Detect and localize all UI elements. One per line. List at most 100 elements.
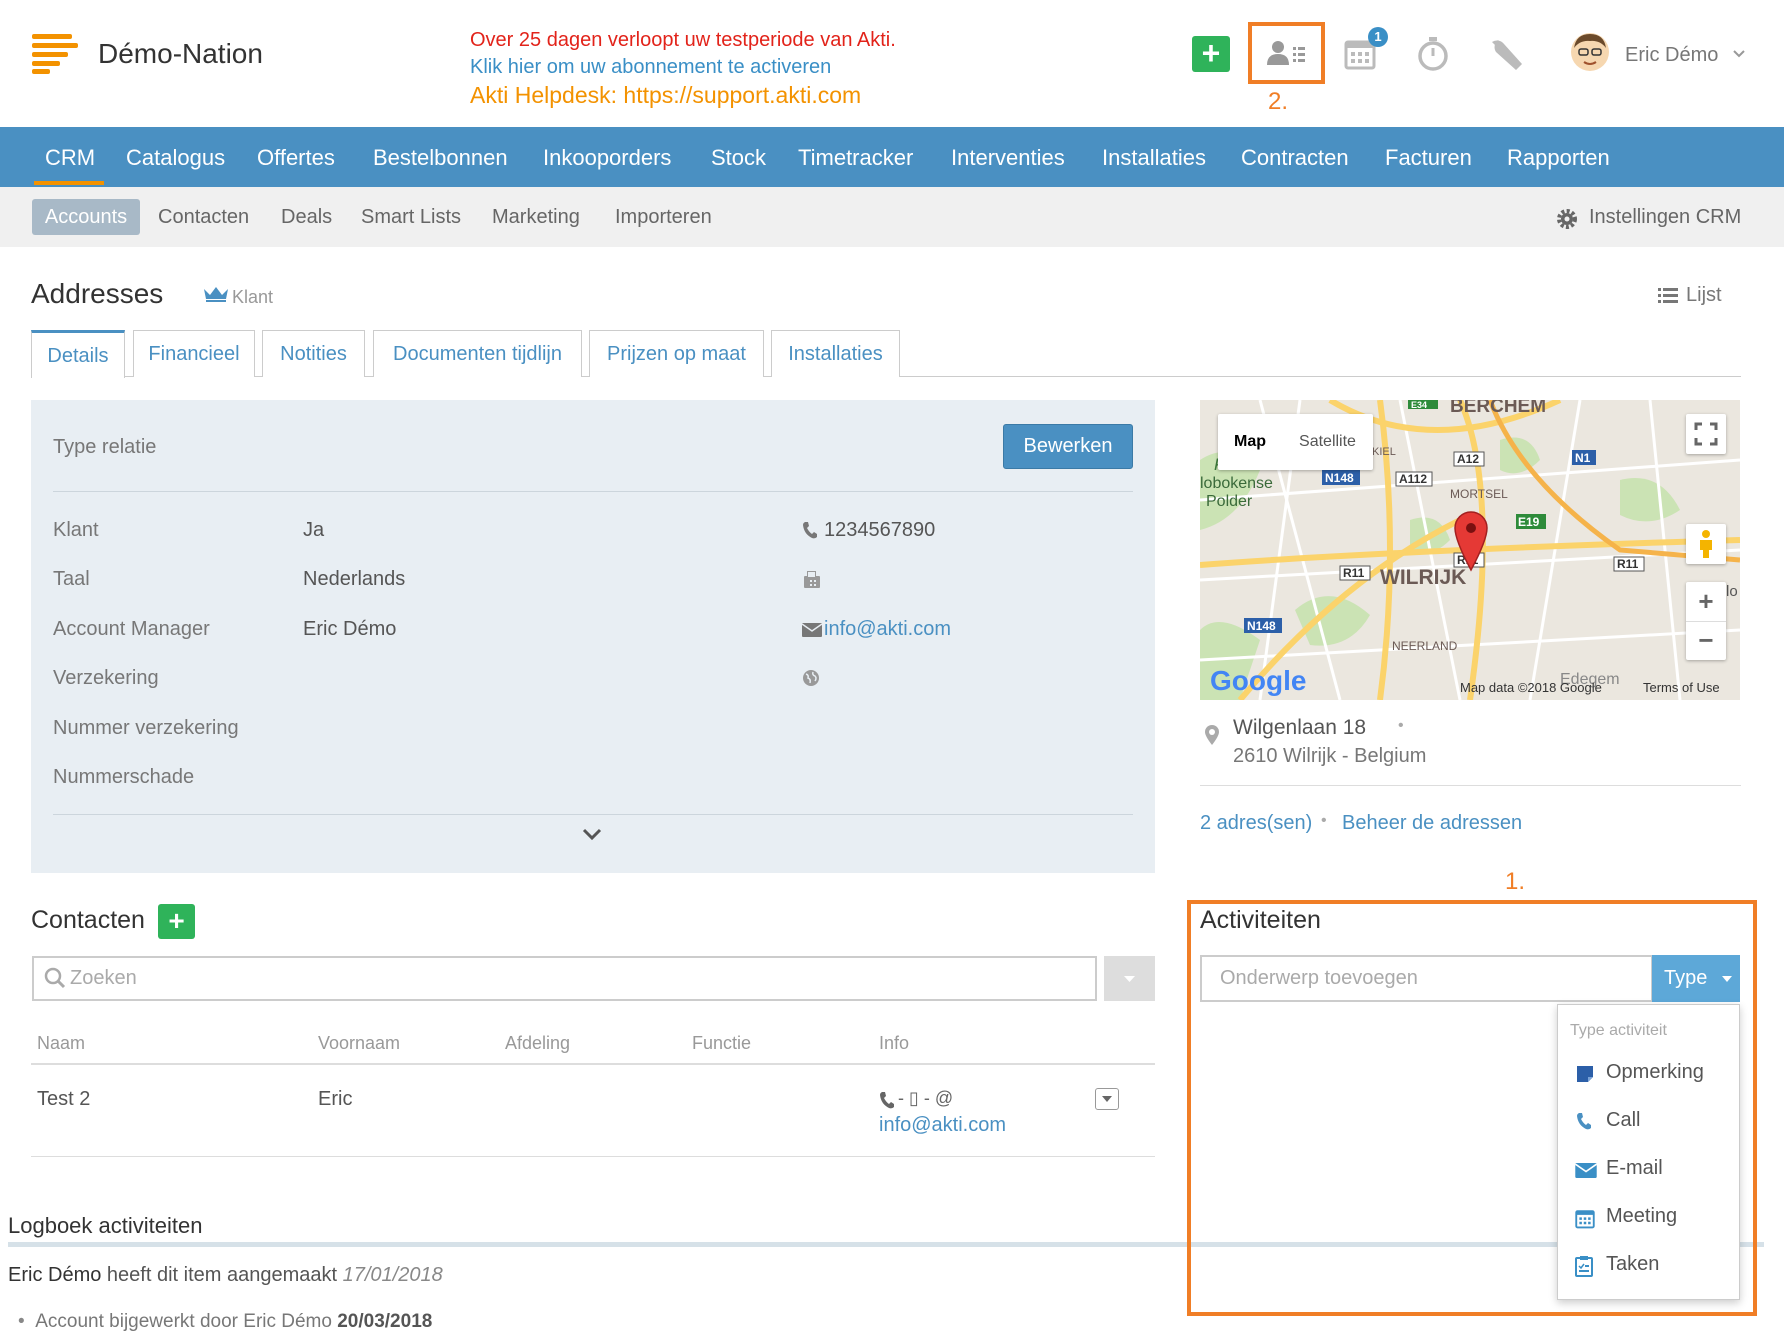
satellite-view-button[interactable]: Satellite — [1282, 414, 1373, 470]
map-label-hobokense: lobokense — [1200, 475, 1273, 492]
nav-bestelbonnen[interactable]: Bestelbonnen — [373, 145, 508, 171]
field-label-nummer-verzekering: Nummer verzekering — [53, 717, 239, 739]
tab-financieel[interactable]: Financieel — [133, 330, 255, 377]
divider — [53, 491, 1133, 492]
activity-type-taken[interactable]: Taken — [1606, 1253, 1659, 1276]
task-icon — [1575, 1255, 1593, 1277]
subnav-accounts[interactable]: Accounts — [32, 199, 140, 235]
nav-active-indicator — [34, 181, 104, 185]
column-header-naam[interactable]: Naam — [37, 1033, 85, 1054]
activity-type-opmerking[interactable]: Opmerking — [1606, 1061, 1704, 1084]
map-view-button[interactable]: Map — [1218, 414, 1282, 470]
tab-documenten-tijdlijn[interactable]: Documenten tijdlijn — [373, 330, 582, 377]
column-header-functie[interactable]: Functie — [692, 1033, 751, 1054]
nav-installaties[interactable]: Installaties — [1102, 145, 1206, 171]
column-header-voornaam[interactable]: Voornaam — [318, 1033, 400, 1054]
list-icon[interactable] — [1658, 287, 1678, 305]
add-contact-button[interactable]: + — [158, 904, 195, 939]
phone-icon — [1575, 1112, 1593, 1130]
annotation-label-1: 1. — [1505, 868, 1526, 895]
stopwatch-icon[interactable] — [1416, 36, 1450, 72]
column-header-info[interactable]: Info — [879, 1033, 909, 1054]
subnav-smart-lists[interactable]: Smart Lists — [361, 206, 461, 229]
email-link[interactable]: info@akti.com — [824, 618, 951, 641]
list-view-link[interactable]: Lijst — [1686, 284, 1722, 307]
gear-icon[interactable] — [1555, 207, 1579, 231]
map-terms-link[interactable]: Terms of Use — [1643, 680, 1720, 695]
nav-timetracker[interactable]: Timetracker — [798, 145, 913, 171]
zoom-in-button[interactable]: + — [1686, 582, 1726, 621]
contact-voornaam[interactable]: Eric — [318, 1088, 352, 1111]
contact-naam[interactable]: Test 2 — [37, 1088, 90, 1111]
type-relatie-label: Type relatie — [53, 436, 157, 458]
nav-rapporten[interactable]: Rapporten — [1507, 145, 1610, 171]
activity-type-button[interactable]: Type — [1652, 955, 1740, 1002]
note-icon — [1575, 1064, 1595, 1084]
address-count-link[interactable]: 2 adres(sen) — [1200, 812, 1312, 835]
row-actions-dropdown[interactable] — [1095, 1088, 1119, 1110]
activity-type-label: Type — [1664, 967, 1708, 989]
user-avatar[interactable] — [1570, 32, 1610, 72]
subnav-marketing[interactable]: Marketing — [492, 206, 580, 229]
log-entry: Eric Démo heeft dit item aangemaakt 17/0… — [8, 1264, 443, 1287]
activity-type-email[interactable]: E-mail — [1606, 1157, 1663, 1180]
road-shield-e19: E19 — [1518, 515, 1540, 529]
nav-facturen[interactable]: Facturen — [1385, 145, 1472, 171]
quick-add-button[interactable]: + — [1192, 36, 1230, 72]
field-value-klant: Ja — [303, 519, 325, 541]
road-shield-n148: N148 — [1325, 471, 1354, 485]
divider — [1200, 785, 1741, 786]
search-filter-dropdown[interactable] — [1104, 956, 1155, 1001]
activity-type-meeting[interactable]: Meeting — [1606, 1205, 1677, 1228]
log-entry-user: Eric Démo — [8, 1264, 102, 1286]
chevron-down-icon[interactable] — [1733, 50, 1745, 58]
chevron-down-icon[interactable] — [582, 828, 602, 842]
nav-interventies[interactable]: Interventies — [951, 145, 1065, 171]
location-pin-icon — [1204, 724, 1220, 746]
contacts-search-input[interactable] — [32, 956, 1097, 1001]
activity-type-call[interactable]: Call — [1606, 1109, 1640, 1132]
activate-subscription-link[interactable]: Klik hier om uw abonnement te activeren — [470, 56, 831, 79]
tab-installaties[interactable]: Installaties — [771, 330, 900, 377]
main-nav: CRM Catalogus Offertes Bestelbonnen Inko… — [0, 127, 1784, 187]
edit-button[interactable]: Bewerken — [1003, 424, 1133, 469]
nav-crm[interactable]: CRM — [45, 145, 95, 171]
fullscreen-icon[interactable] — [1686, 414, 1726, 454]
address-separator: • — [1398, 717, 1404, 734]
phone-number: 1234567890 — [824, 519, 936, 541]
tab-notities[interactable]: Notities — [262, 330, 365, 377]
helpdesk-link[interactable]: Akti Helpdesk: https://support.akti.com — [470, 82, 861, 109]
nav-stock[interactable]: Stock — [711, 145, 766, 171]
zoom-out-button[interactable]: − — [1686, 621, 1726, 660]
user-name[interactable]: Eric Démo — [1625, 44, 1718, 67]
field-label-klant: Klant — [53, 519, 99, 541]
crm-settings-link[interactable]: Instellingen CRM — [1589, 206, 1741, 229]
nav-contracten[interactable]: Contracten — [1241, 145, 1349, 171]
annotation-label-2: 2. — [1268, 88, 1289, 115]
calendar-icon — [1575, 1207, 1595, 1229]
nav-inkooporders[interactable]: Inkooporders — [543, 145, 671, 171]
phone-icon — [879, 1091, 895, 1109]
log-sub-text: Account bijgewerkt door Eric Démo — [35, 1311, 338, 1332]
tab-prijzen-op-maat[interactable]: Prijzen op maat — [589, 330, 764, 377]
nav-catalogus[interactable]: Catalogus — [126, 145, 225, 171]
nav-offertes[interactable]: Offertes — [257, 145, 335, 171]
subnav-importeren[interactable]: Importeren — [615, 206, 712, 229]
contacts-section-title: Contacten — [31, 906, 145, 934]
tab-details[interactable]: Details — [31, 330, 125, 378]
contacts-icon[interactable] — [1266, 38, 1306, 70]
column-header-afdeling[interactable]: Afdeling — [505, 1033, 570, 1054]
map-label-polder: Polder — [1206, 493, 1253, 510]
subnav-deals[interactable]: Deals — [281, 206, 332, 229]
akti-logo-icon[interactable] — [32, 34, 78, 74]
contact-info-icons: - ▯ - @ — [898, 1088, 954, 1108]
wrench-icon[interactable] — [1490, 36, 1526, 72]
table-header-divider — [31, 1063, 1155, 1065]
field-label-account-manager: Account Manager — [53, 618, 210, 640]
contact-email-link[interactable]: info@akti.com — [879, 1114, 1006, 1137]
road-shield-n148: N148 — [1247, 619, 1276, 633]
subnav-contacten[interactable]: Contacten — [158, 206, 249, 229]
street-view-icon[interactable] — [1686, 524, 1726, 564]
google-logo: Google — [1210, 665, 1306, 696]
manage-addresses-link[interactable]: Beheer de adressen — [1342, 812, 1522, 835]
